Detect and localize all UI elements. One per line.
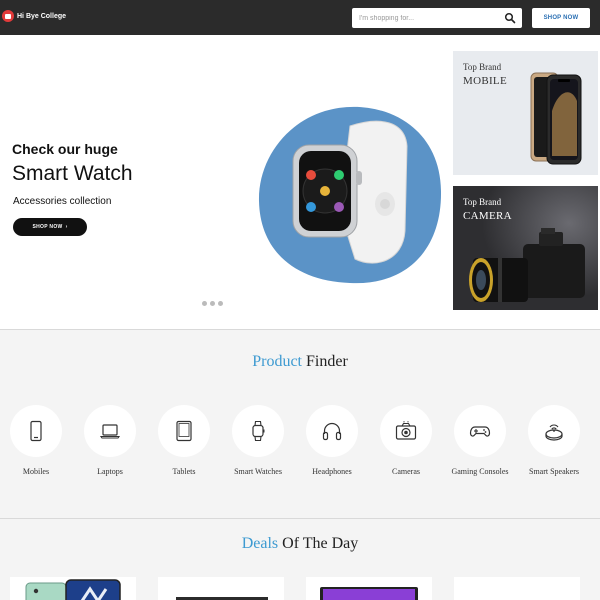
hero-shop-now-button[interactable]: SHOP NOW › [13,218,87,236]
category-label: Smart Watches [234,467,282,476]
brand-card-title: MOBILE [463,75,507,87]
search-icon[interactable] [504,12,516,24]
title-accent: Product [252,353,302,370]
category-smart-watches[interactable]: Smart Watches [228,405,288,477]
deal-product-image [176,597,268,600]
category-circle [380,405,432,457]
logo[interactable]: Hi Bye College [2,10,66,22]
top-brand-camera-card[interactable]: Top Brand CAMERA [453,186,598,310]
category-label: Headphones [312,467,352,476]
category-label: Mobiles [22,467,50,476]
deal-card[interactable] [454,577,580,600]
category-headphones[interactable]: Headphones [302,405,362,477]
search-bar [352,8,522,28]
carousel-dot[interactable] [218,301,223,306]
hero-banner: Check our huge Smart Watch Accessories c… [0,35,600,329]
mobile-icon [30,420,42,442]
chevron-right-icon: › [65,224,68,230]
header-shop-now-button[interactable]: SHOP NOW [532,8,590,28]
carousel-dots [202,301,223,306]
category-label: Tablets [172,467,196,476]
gamepad-icon [469,426,491,437]
deals-section: Deals Of The Day [0,519,600,600]
category-circle [10,405,62,457]
hero-heading: Check our huge [12,141,118,157]
hero-subtitle: Accessories collection [13,196,112,207]
top-header: Hi Bye College SHOP NOW [0,0,600,35]
category-laptops[interactable]: Laptops [80,405,140,477]
hero-title: Smart Watch [12,162,133,185]
tablet-icon [176,420,192,442]
category-cameras[interactable]: Cameras [376,405,436,477]
category-circle [84,405,136,457]
category-label: Laptops [97,467,123,476]
product-finder-title: Product Finder [0,353,600,371]
product-finder-section: Product Finder Mobiles Laptops Tablets S… [0,329,600,519]
category-circle [306,405,358,457]
category-label: Smart Speakers [529,467,579,476]
category-gaming-consoles[interactable]: Gaming Consoles [450,405,510,477]
brand-name: Hi Bye College [17,12,67,20]
deal-product-image [320,587,418,600]
smartwatch-icon [252,420,265,442]
title-rest: Of The Day [282,535,359,552]
deal-card[interactable] [10,577,136,600]
category-tablets[interactable]: Tablets [154,405,214,477]
deals-title: Deals Of The Day [0,535,600,553]
search-input[interactable] [352,8,500,28]
camera-icon [395,421,417,440]
title-accent: Deals [241,535,279,552]
deal-product-image [25,579,121,600]
title-rest: Finder [306,353,348,370]
category-smart-speakers[interactable]: Smart Speakers [524,405,584,477]
carousel-dot[interactable] [202,301,207,306]
category-circle [232,405,284,457]
smartwatch-image [258,106,442,284]
headphones-icon [322,422,342,441]
carousel-dot[interactable] [210,301,215,306]
logo-icon [2,10,14,22]
hero-button-label: SHOP NOW [32,224,63,230]
category-label: Gaming Consoles [451,467,509,476]
category-label: Cameras [392,467,420,476]
category-circle [158,405,210,457]
brand-card-label: Top Brand [463,197,502,207]
brand-card-title: CAMERA [463,210,512,222]
laptop-icon [99,424,121,439]
deal-card[interactable] [158,577,284,600]
deal-card[interactable] [306,577,432,600]
category-mobiles[interactable]: Mobiles [6,405,66,477]
category-circle [454,405,506,457]
brand-card-label: Top Brand [463,62,502,72]
speaker-icon [545,424,563,441]
category-circle [528,405,580,457]
top-brand-mobile-card[interactable]: Top Brand MOBILE [453,51,598,175]
